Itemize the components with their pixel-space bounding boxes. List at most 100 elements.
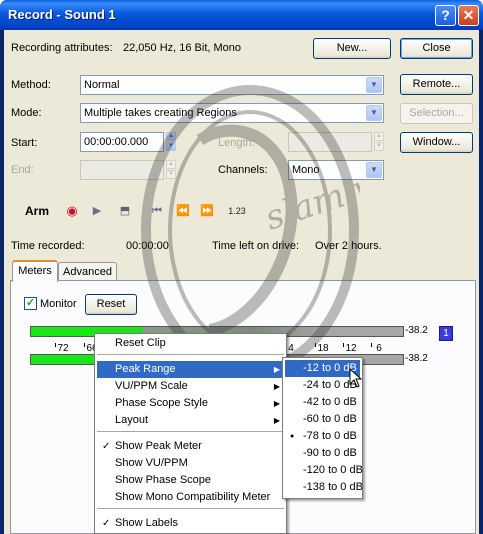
context-menu-item-label: Layout bbox=[115, 414, 149, 426]
marker-button[interactable]: ⬒ bbox=[118, 203, 132, 219]
submenu-arrow-icon: ▶ bbox=[273, 382, 280, 391]
method-select[interactable]: Normal ▼ bbox=[80, 75, 384, 95]
monitor-checkbox[interactable]: ✓ bbox=[24, 297, 37, 310]
arm-label: Arm bbox=[25, 204, 50, 218]
submenu-item[interactable]: -138 to 0 dB bbox=[285, 479, 363, 496]
menu-separator bbox=[97, 431, 284, 432]
tab-advanced[interactable]: Advanced bbox=[58, 262, 117, 282]
context-menu-item[interactable]: Show Phase Scope bbox=[97, 472, 284, 489]
context-menu-item-label: VU/PPM Scale bbox=[115, 380, 188, 392]
time-format-button[interactable]: 1.23 bbox=[226, 203, 248, 219]
mode-label: Mode: bbox=[11, 107, 42, 119]
scale-label: 4 bbox=[288, 343, 294, 354]
help-button[interactable]: ? bbox=[435, 5, 456, 26]
record-icon: ◉ bbox=[66, 203, 78, 218]
submenu-item-label: -90 to 0 dB bbox=[303, 447, 357, 459]
chevron-down-icon[interactable]: ▼ bbox=[366, 105, 382, 121]
end-spin-down[interactable]: ▼ bbox=[166, 170, 176, 179]
context-menu-item-label: Show VU/PPM bbox=[115, 457, 188, 469]
forward-button[interactable]: ⏩ bbox=[198, 203, 216, 219]
scale-tick bbox=[371, 343, 372, 347]
rewind-button[interactable]: ⏪ bbox=[174, 203, 192, 219]
context-menu-item[interactable]: Phase Scope Style ▶ bbox=[97, 395, 284, 412]
peak-value-bottom: -38.2 bbox=[405, 353, 428, 364]
submenu-item-label: -138 to 0 dB bbox=[303, 481, 363, 493]
go-start-button[interactable]: ⏮ bbox=[150, 203, 164, 219]
mode-select[interactable]: Multiple takes creating Regions ▼ bbox=[80, 103, 384, 123]
method-value: Normal bbox=[84, 79, 120, 91]
submenu-item[interactable]: -78 to 0 dB ● bbox=[285, 428, 360, 445]
channel-badge[interactable]: 1 bbox=[439, 326, 453, 341]
checkmark-icon: ✓ bbox=[25, 297, 36, 309]
close-button[interactable]: Close bbox=[400, 38, 473, 59]
context-menu-item-label: Show Phase Scope bbox=[115, 474, 212, 486]
chevron-down-icon[interactable]: ▼ bbox=[366, 162, 382, 178]
method-label: Method: bbox=[11, 79, 51, 91]
chevron-down-icon[interactable]: ▼ bbox=[366, 77, 382, 93]
remote-button[interactable]: Remote... bbox=[400, 74, 473, 95]
context-menu-item[interactable]: Show Labels ✓ bbox=[97, 515, 284, 532]
length-field[interactable] bbox=[288, 132, 372, 152]
context-menu-item[interactable]: Peak Range ▶ bbox=[97, 361, 284, 378]
scale-label: 6 bbox=[376, 343, 382, 354]
submenu-item[interactable]: -90 to 0 dB bbox=[285, 445, 360, 462]
context-menu-item[interactable]: Show Mono Compatibility Meter bbox=[97, 489, 284, 506]
submenu-arrow-icon: ▶ bbox=[273, 365, 280, 374]
start-spin-up[interactable]: ▲ bbox=[166, 132, 176, 141]
play-button[interactable]: ▶ bbox=[89, 203, 105, 219]
question-icon: ? bbox=[441, 7, 450, 23]
rewind-icon: ⏪ bbox=[176, 205, 190, 217]
time-left-value: Over 2 hours. bbox=[315, 240, 382, 252]
submenu-item[interactable]: -42 to 0 dB bbox=[285, 394, 360, 411]
submenu-item[interactable]: -60 to 0 dB bbox=[285, 411, 360, 428]
monitor-label: Monitor bbox=[40, 298, 77, 310]
scale-tick bbox=[315, 343, 316, 347]
fast-forward-icon: ⏩ bbox=[200, 205, 214, 217]
channels-value: Mono bbox=[292, 164, 320, 176]
context-menu-item-label: Show Mono Compatibility Meter bbox=[115, 491, 271, 503]
length-label: Length: bbox=[218, 137, 255, 149]
time-format-label: 1.23 bbox=[228, 206, 246, 216]
submenu-item-label: -42 to 0 dB bbox=[303, 396, 357, 408]
skip-start-icon: ⏮ bbox=[152, 205, 162, 217]
start-field[interactable]: 00:00:00.000 bbox=[80, 132, 164, 152]
end-field[interactable] bbox=[80, 160, 164, 180]
context-menu-item[interactable]: Layout ▶ bbox=[97, 412, 284, 429]
end-spin-up[interactable]: ▲ bbox=[166, 160, 176, 169]
length-spin-down[interactable]: ▼ bbox=[374, 142, 384, 151]
context-menu-item[interactable]: Show VU/PPM bbox=[97, 455, 284, 472]
title-close-button[interactable]: ✕ bbox=[458, 5, 479, 26]
context-menu-item[interactable]: Show Peak Meter ✓ bbox=[97, 438, 284, 455]
scale-tick bbox=[343, 343, 344, 347]
mode-value: Multiple takes creating Regions bbox=[84, 107, 237, 119]
window-button[interactable]: Window... bbox=[400, 132, 473, 153]
submenu-item[interactable]: -120 to 0 dB bbox=[285, 462, 363, 479]
submenu-item-label: -120 to 0 dB bbox=[303, 464, 363, 476]
context-menu-item-label: Peak Range bbox=[115, 363, 176, 375]
selection-button[interactable]: Selection... bbox=[400, 103, 473, 124]
context-menu-item-label: Show Peak Meter bbox=[115, 440, 202, 452]
marker-icon: ⬒ bbox=[119, 205, 131, 217]
context-menu-item[interactable]: VU/PPM Scale ▶ bbox=[97, 378, 284, 395]
tab-meters[interactable]: Meters bbox=[12, 260, 58, 282]
channels-label: Channels: bbox=[218, 164, 268, 176]
context-menu-item-label: Phase Scope Style bbox=[115, 397, 208, 409]
submenu-item-label: -60 to 0 dB bbox=[303, 413, 357, 425]
start-spin-down[interactable]: ▼ bbox=[166, 142, 176, 151]
end-label: End: bbox=[11, 164, 34, 176]
record-button[interactable]: ◉ bbox=[64, 203, 80, 219]
new-button[interactable]: New... bbox=[313, 38, 391, 59]
checkmark-icon: ✓ bbox=[102, 441, 111, 452]
play-icon: ▶ bbox=[92, 205, 102, 217]
peak-value-top: -38.2 bbox=[405, 325, 428, 336]
scale-label: 72 bbox=[57, 343, 69, 354]
recording-attributes-value: 22,050 Hz, 16 Bit, Mono bbox=[123, 42, 242, 54]
reset-button[interactable]: Reset bbox=[85, 294, 137, 315]
recording-attributes-label: Recording attributes: bbox=[11, 42, 113, 54]
title-bar[interactable]: Record - Sound 1 ? ✕ bbox=[0, 0, 483, 30]
channels-select[interactable]: Mono ▼ bbox=[288, 160, 384, 180]
length-spin-up[interactable]: ▲ bbox=[374, 132, 384, 141]
submenu-arrow-icon: ▶ bbox=[273, 416, 280, 425]
context-menu-item[interactable]: Reset Clip bbox=[97, 335, 284, 352]
context-menu-item-label: Reset Clip bbox=[115, 337, 166, 349]
